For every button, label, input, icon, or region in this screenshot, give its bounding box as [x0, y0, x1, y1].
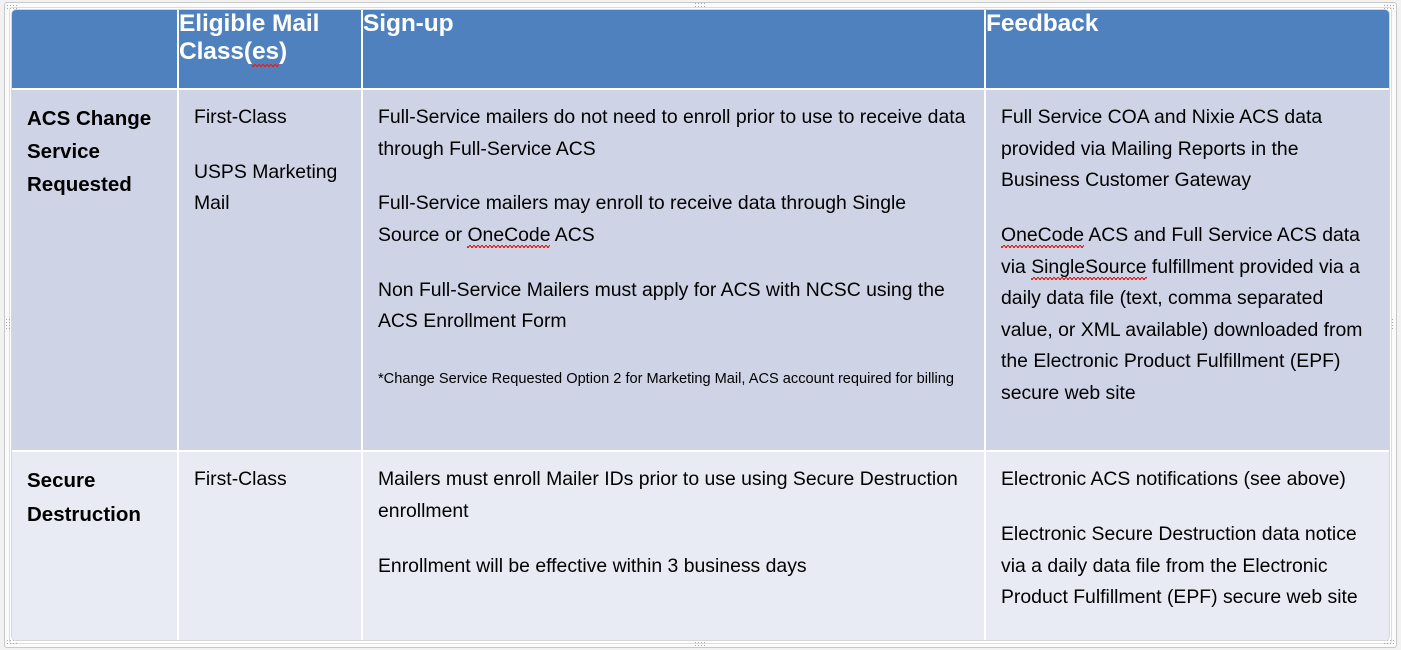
- header-cell-blank: [12, 10, 179, 89]
- header-cell-eligible-mail-class: Eligible Mail Class(es): [178, 10, 363, 89]
- header-label-line2-suffix: ): [279, 38, 288, 66]
- resize-handle-top-center[interactable]: [694, 2, 705, 9]
- signup-p2-before: Full-Service mailers may enroll to recei…: [378, 192, 907, 246]
- feedback-paragraph: Electronic ACS notifications (see above): [1001, 468, 1346, 491]
- signup-content-acs: Full-Service mailers do not need to enro…: [363, 90, 984, 400]
- row-label-secure-destruction: Secure Destruction: [27, 469, 141, 526]
- signup-cell-secure-destruction: Mailers must enroll Mailer IDs prior to …: [362, 450, 986, 640]
- header-label-line2-prefix: Class(: [179, 38, 252, 66]
- table-row: Secure Destruction First-Class Mailers m…: [12, 450, 1389, 640]
- signup-content-secure-destruction: Mailers must enroll Mailer IDs prior to …: [363, 452, 984, 592]
- mail-class-item: First-Class: [194, 106, 287, 128]
- resize-handle-bottom-center[interactable]: [694, 641, 705, 648]
- table-row: ACS Change Service Requested First-Class…: [12, 87, 1389, 452]
- feedback-cell-secure-destruction: Electronic ACS notifications (see above)…: [985, 450, 1389, 640]
- feedback-paragraph: Electronic Secure Destruction data notic…: [1001, 523, 1358, 609]
- feedback-content-secure-destruction: Electronic ACS notifications (see above)…: [986, 452, 1389, 624]
- row-label-acs-change-service-requested: ACS Change Service Requested: [27, 107, 152, 197]
- resize-handle-bottom-left[interactable]: [6, 639, 17, 646]
- feedback-paragraph: Full Service COA and Nixie ACS data prov…: [1001, 106, 1323, 192]
- signup-cell-acs: Full-Service mailers do not need to enro…: [362, 87, 986, 452]
- resize-handle-middle-right[interactable]: [1388, 318, 1395, 331]
- spellcheck-onecode: OneCode: [1001, 223, 1085, 246]
- spellcheck-onecode: OneCode: [467, 223, 551, 246]
- header-label-spellcheck-es: es: [251, 38, 279, 66]
- slide-placeholder-frame: Eligible Mail Class(es) Sign-up Feedback…: [0, 0, 1401, 650]
- mail-class-item: First-Class: [194, 468, 287, 491]
- signup-paragraph: Mailers must enroll Mailer IDs prior to …: [378, 468, 958, 523]
- mail-class-item: USPS Marketing Mail: [194, 160, 338, 215]
- signup-paragraph: Enrollment will be effective within 3 bu…: [378, 554, 807, 577]
- table-header-row: Eligible Mail Class(es) Sign-up Feedback: [12, 10, 1389, 89]
- header-label-line1: Eligible Mail: [179, 10, 320, 37]
- mail-class-cell-acs: First-Class USPS Marketing Mail: [178, 87, 363, 452]
- header-cell-signup: Sign-up: [362, 10, 986, 89]
- signup-footnote: *Change Service Requested Option 2 for M…: [378, 370, 954, 387]
- signup-paragraph: Non Full-Service Mailers must apply for …: [378, 278, 945, 333]
- mail-class-cell-secure-destruction: First-Class: [178, 450, 363, 640]
- mail-class-list-secure-destruction: First-Class: [179, 452, 361, 506]
- mail-class-list-acs: First-Class USPS Marketing Mail: [179, 90, 361, 230]
- row-label-cell-secure-destruction: Secure Destruction: [12, 450, 179, 640]
- header-cell-feedback: Feedback: [985, 10, 1389, 89]
- feedback-paragraph-with-spellcheck: OneCode ACS and Full Service ACS data vi…: [1001, 220, 1375, 410]
- row-label-cell-acs-change-service-requested: ACS Change Service Requested: [12, 87, 179, 452]
- feedback-content-acs: Full Service COA and Nixie ACS data prov…: [986, 90, 1389, 420]
- spellcheck-singlesource: SingleSource: [1031, 255, 1147, 278]
- resize-handle-bottom-right[interactable]: [1383, 639, 1394, 646]
- signup-paragraph: Full-Service mailers do not need to enro…: [378, 106, 966, 160]
- signup-paragraph-with-spellcheck: Full-Service mailers may enroll to recei…: [378, 188, 970, 251]
- signup-p2-after: ACS: [550, 223, 595, 246]
- feedback-cell-acs: Full Service COA and Nixie ACS data prov…: [985, 87, 1389, 452]
- resize-handle-middle-left[interactable]: [5, 318, 12, 331]
- acs-services-table: Eligible Mail Class(es) Sign-up Feedback…: [12, 10, 1389, 640]
